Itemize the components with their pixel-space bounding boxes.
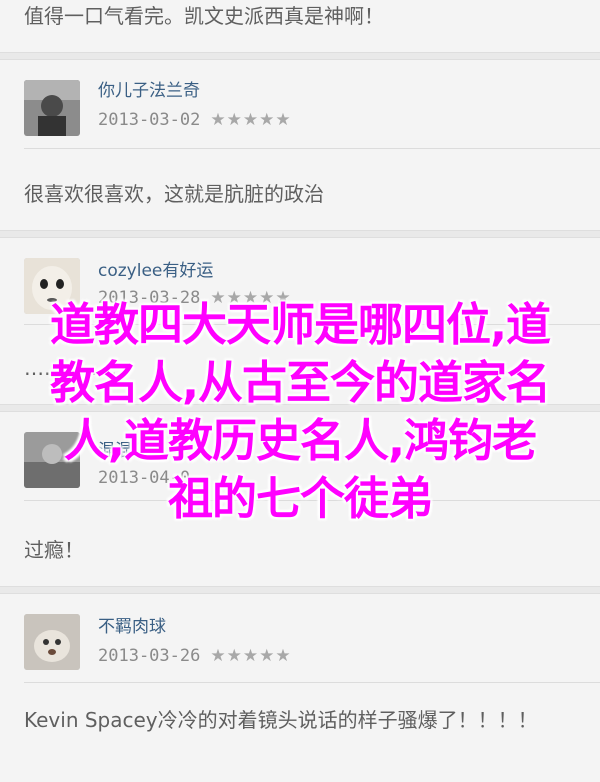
username[interactable]: 你儿子法兰奇 (98, 76, 200, 101)
comment-text: 值得一口气看完。凯文史派西真是神啊！ (24, 4, 384, 28)
avatar-photo-icon (24, 614, 80, 670)
avatar-photo-icon (24, 80, 80, 136)
comment-date: 2013-03-26 (98, 646, 201, 666)
comment-meta: 2013-03-26 ★★★★★ (98, 646, 292, 666)
rating-stars-icon: ★★★★★ (210, 646, 292, 666)
rating-stars-icon: ★★★★★ (210, 110, 292, 130)
divider (24, 682, 600, 683)
overlay-line: 道教四大天师是哪四位,道 (49, 298, 551, 351)
comment-meta: 2013-03-02 ★★★★★ (98, 110, 292, 130)
avatar[interactable] (24, 80, 80, 136)
separator (0, 586, 600, 594)
username[interactable]: cozylee有好运 (98, 256, 213, 281)
overlay-line: 祖的七个徒弟 (167, 472, 433, 525)
overlay-title: 道教四大天师是哪四位,道 教名人,从古至今的道家名 人,道教历史名人,鸿钧老 祖… (0, 296, 600, 528)
separator (0, 230, 600, 238)
comment-text: 很喜欢很喜欢，这就是肮脏的政治 (24, 182, 324, 206)
username[interactable]: 不羁肉球 (98, 612, 166, 637)
overlay-line: 教名人,从古至今的道家名 (49, 356, 551, 409)
separator (0, 52, 600, 60)
comment-text: Kevin Spacey冷冷的对着镜头说话的样子骚爆了！！！！ (24, 708, 538, 732)
divider (24, 148, 600, 149)
comment-text: 过瘾！ (24, 538, 84, 562)
overlay-line: 人,道教历史名人,鸿钧老 (63, 414, 537, 467)
comment-date: 2013-03-02 (98, 110, 201, 130)
avatar[interactable] (24, 614, 80, 670)
